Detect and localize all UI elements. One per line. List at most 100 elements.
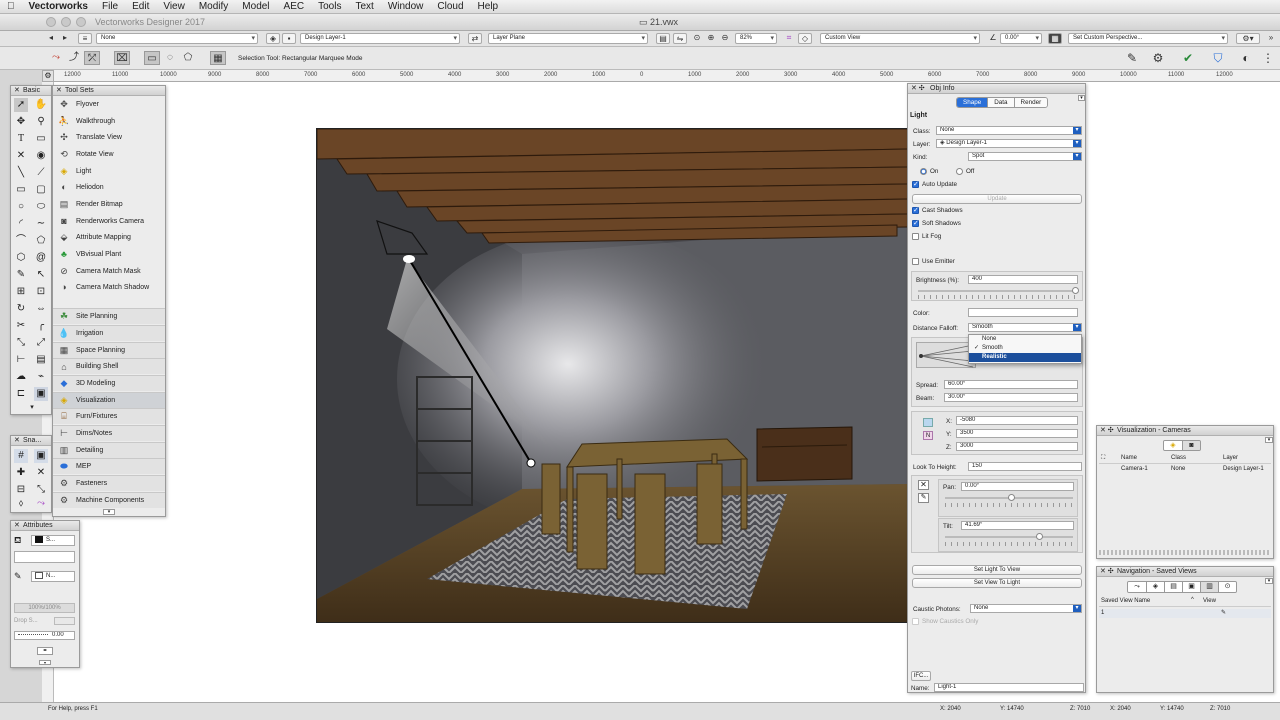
menu-text[interactable]: Text bbox=[348, 1, 380, 12]
obj-info-header[interactable]: ✕ ✣ Obj Info bbox=[908, 84, 1085, 94]
menu-edit[interactable]: Edit bbox=[125, 1, 156, 12]
line-tool-icon[interactable]: ╲ bbox=[14, 166, 28, 180]
eyedropper-tool-icon[interactable]: ✎ bbox=[14, 268, 28, 282]
trim-tool-icon[interactable]: ⤢ bbox=[34, 336, 48, 350]
reshape-tool-icon[interactable]: ⤡ bbox=[14, 336, 28, 350]
menu-window[interactable]: Window bbox=[381, 1, 431, 12]
toolset-irrigation[interactable]: 💧 Irrigation bbox=[53, 325, 165, 341]
toolset-visualization[interactable]: ◈ Visualization bbox=[53, 392, 165, 408]
line-weight-select[interactable]: 0.00 bbox=[14, 631, 75, 640]
z-field[interactable]: 3000 bbox=[956, 442, 1078, 451]
close-palette-icon[interactable]: ✕ ✣ bbox=[1100, 567, 1114, 577]
brightness-slider-track[interactable] bbox=[918, 290, 1078, 292]
tool-camera-match-shadow[interactable]: ◑ Camera Match Shadow bbox=[53, 279, 165, 295]
fillet-tool-icon[interactable]: ╭ bbox=[34, 319, 48, 333]
ruler-origin-icon[interactable]: ⚙ bbox=[42, 70, 54, 82]
light-icon[interactable]: ◈ bbox=[1164, 441, 1182, 450]
menu-tools[interactable]: Tools bbox=[311, 1, 348, 12]
update-button[interactable]: Update bbox=[912, 194, 1082, 204]
close-palette-icon[interactable]: ✕ ✣ bbox=[1100, 426, 1114, 436]
zoom-window-icon[interactable] bbox=[76, 17, 86, 27]
tool-heliodon[interactable]: ◐ Heliodon bbox=[53, 179, 165, 195]
palette-menu-icon[interactable]: ▾ bbox=[1265, 437, 1273, 443]
projection-select[interactable]: Set Custom Perspective... bbox=[1068, 33, 1228, 44]
tilt-slider-knob[interactable] bbox=[1036, 533, 1043, 540]
view-icon[interactable]: ◇ bbox=[798, 33, 812, 44]
menu-model[interactable]: Model bbox=[235, 1, 276, 12]
angle-icon[interactable]: ∠ bbox=[986, 33, 1000, 44]
active-layer-select[interactable]: Design Layer-1 bbox=[300, 33, 460, 44]
lit-fog-checkbox[interactable]: Lit Fog bbox=[912, 233, 941, 240]
dimension-tool-icon[interactable]: ⊢ bbox=[14, 353, 28, 367]
tab-data[interactable]: Data bbox=[987, 98, 1014, 107]
pan-field[interactable]: 0.00° bbox=[961, 482, 1074, 491]
redline-tool-icon[interactable]: ⌁ bbox=[34, 370, 48, 384]
table-row[interactable]: Camera-1 None Design Layer-1 bbox=[1099, 466, 1271, 475]
nav-saved-views-icon[interactable]: ▥ bbox=[1200, 582, 1218, 592]
snap-distance-icon[interactable]: ⊟ bbox=[14, 483, 28, 497]
standard-view-icon[interactable]: ⌗ bbox=[782, 33, 796, 44]
toolset-machine-components[interactable]: ⚙ Machine Components bbox=[53, 492, 165, 508]
col-class[interactable]: Class bbox=[1171, 455, 1186, 461]
x-field[interactable]: -5080 bbox=[956, 416, 1078, 425]
ifc-button[interactable]: IFC... bbox=[911, 671, 931, 681]
render-settings-icon[interactable]: ⚙▾ bbox=[1236, 33, 1260, 44]
snap-intersection-icon[interactable]: ✕ bbox=[34, 466, 48, 480]
layer-plane-select[interactable]: Layer Plane bbox=[488, 33, 648, 44]
mode-a-icon[interactable]: ⤴ bbox=[66, 51, 82, 65]
image-tool-icon[interactable]: ▣ bbox=[34, 387, 48, 401]
col-layer[interactable]: Layer bbox=[1223, 455, 1238, 461]
camera-icon[interactable]: ◙ bbox=[1182, 441, 1200, 450]
snap-smart-edge-icon[interactable]: ⤳ bbox=[34, 498, 48, 510]
toolset-fasteners[interactable]: ⚙ Fasteners bbox=[53, 475, 165, 491]
nav-references-icon[interactable]: ⊙ bbox=[1218, 582, 1236, 592]
nav-classes-icon[interactable]: ⤳ bbox=[1128, 582, 1146, 592]
opacity-field[interactable]: 100%/100% bbox=[14, 603, 75, 613]
sort-icon[interactable]: ^ bbox=[1191, 597, 1194, 603]
falloff-option-smooth[interactable]: ✓ Smooth bbox=[969, 344, 1081, 353]
distance-falloff-select[interactable]: Smooth bbox=[968, 323, 1082, 332]
show-caustics-only-checkbox[interactable]: Show Caustics Only bbox=[912, 618, 978, 625]
callout-tool-icon[interactable]: ▭ bbox=[34, 132, 48, 146]
move-tool-icon[interactable]: ⇔ bbox=[34, 302, 48, 316]
polygon-marquee-icon[interactable]: ⬠ bbox=[180, 51, 196, 65]
toolbar-chevron-icon[interactable]: » bbox=[1264, 33, 1278, 44]
arrowheads-select[interactable]: ⚭ bbox=[37, 647, 53, 655]
rounded-rectangle-tool-icon[interactable]: ▢ bbox=[34, 183, 48, 197]
toolset-building-shell[interactable]: ⌂ Building Shell bbox=[53, 358, 165, 374]
tool-attribute-mapping[interactable]: ⬙ Attribute Mapping bbox=[53, 229, 165, 245]
pen-style-select[interactable]: N... bbox=[31, 571, 75, 582]
text-tool-icon[interactable]: T bbox=[14, 132, 28, 146]
locus-tool-icon[interactable]: ✕ bbox=[14, 149, 28, 163]
soft-shadows-checkbox[interactable]: Soft Shadows bbox=[912, 219, 961, 227]
menu-aec[interactable]: AEC bbox=[277, 1, 312, 12]
mirror-tool-icon[interactable]: ⊞ bbox=[14, 285, 28, 299]
rectangular-marquee-icon[interactable]: ▭ bbox=[144, 51, 160, 65]
oval-tool-icon[interactable]: ⬭ bbox=[34, 200, 48, 214]
menu-view[interactable]: View bbox=[156, 1, 192, 12]
layer-options-icon[interactable]: ▪ bbox=[282, 33, 296, 44]
tool-flyover[interactable]: ✥ Flyover bbox=[53, 96, 165, 112]
layer-icon[interactable]: ◈ bbox=[266, 33, 280, 44]
flip-icon[interactable]: ⇋ bbox=[673, 33, 687, 44]
toolset-space-planning[interactable]: ▦ Space Planning bbox=[53, 342, 165, 358]
look-to-height-field[interactable]: 150 bbox=[968, 462, 1082, 471]
set-light-to-view-button[interactable]: Set Light To View bbox=[912, 565, 1082, 575]
rectangle-tool-icon[interactable]: ▭ bbox=[14, 183, 28, 197]
close-palette-icon[interactable]: ✕ bbox=[14, 521, 20, 531]
back-icon[interactable]: ◂ bbox=[44, 33, 58, 44]
section-tool-icon[interactable]: ▤ bbox=[34, 353, 48, 367]
falloff-option-realistic[interactable]: Realistic bbox=[969, 353, 1081, 362]
arc-tool-icon[interactable]: ◜ bbox=[14, 217, 28, 231]
zoom-level-select[interactable]: 82% bbox=[735, 33, 777, 44]
tool-render-bitmap[interactable]: ▤ Render Bitmap bbox=[53, 196, 165, 212]
beam-field[interactable]: 30.00° bbox=[944, 393, 1078, 402]
snap-tool-icon[interactable]: ✎ bbox=[1124, 51, 1140, 65]
toolset-site-planning[interactable]: ☘ Site Planning bbox=[53, 308, 165, 324]
plane-icon[interactable]: ⇄ bbox=[468, 33, 482, 44]
contrast-icon[interactable]: ◐ bbox=[1238, 51, 1254, 65]
zoom-fit-icon[interactable]: ⊙ bbox=[690, 33, 704, 44]
zoom-tool-icon[interactable]: ⚲ bbox=[34, 115, 48, 129]
snap-grid-icon[interactable]: # bbox=[14, 449, 28, 463]
attributes-header[interactable]: ✕ Attributes bbox=[11, 521, 79, 531]
